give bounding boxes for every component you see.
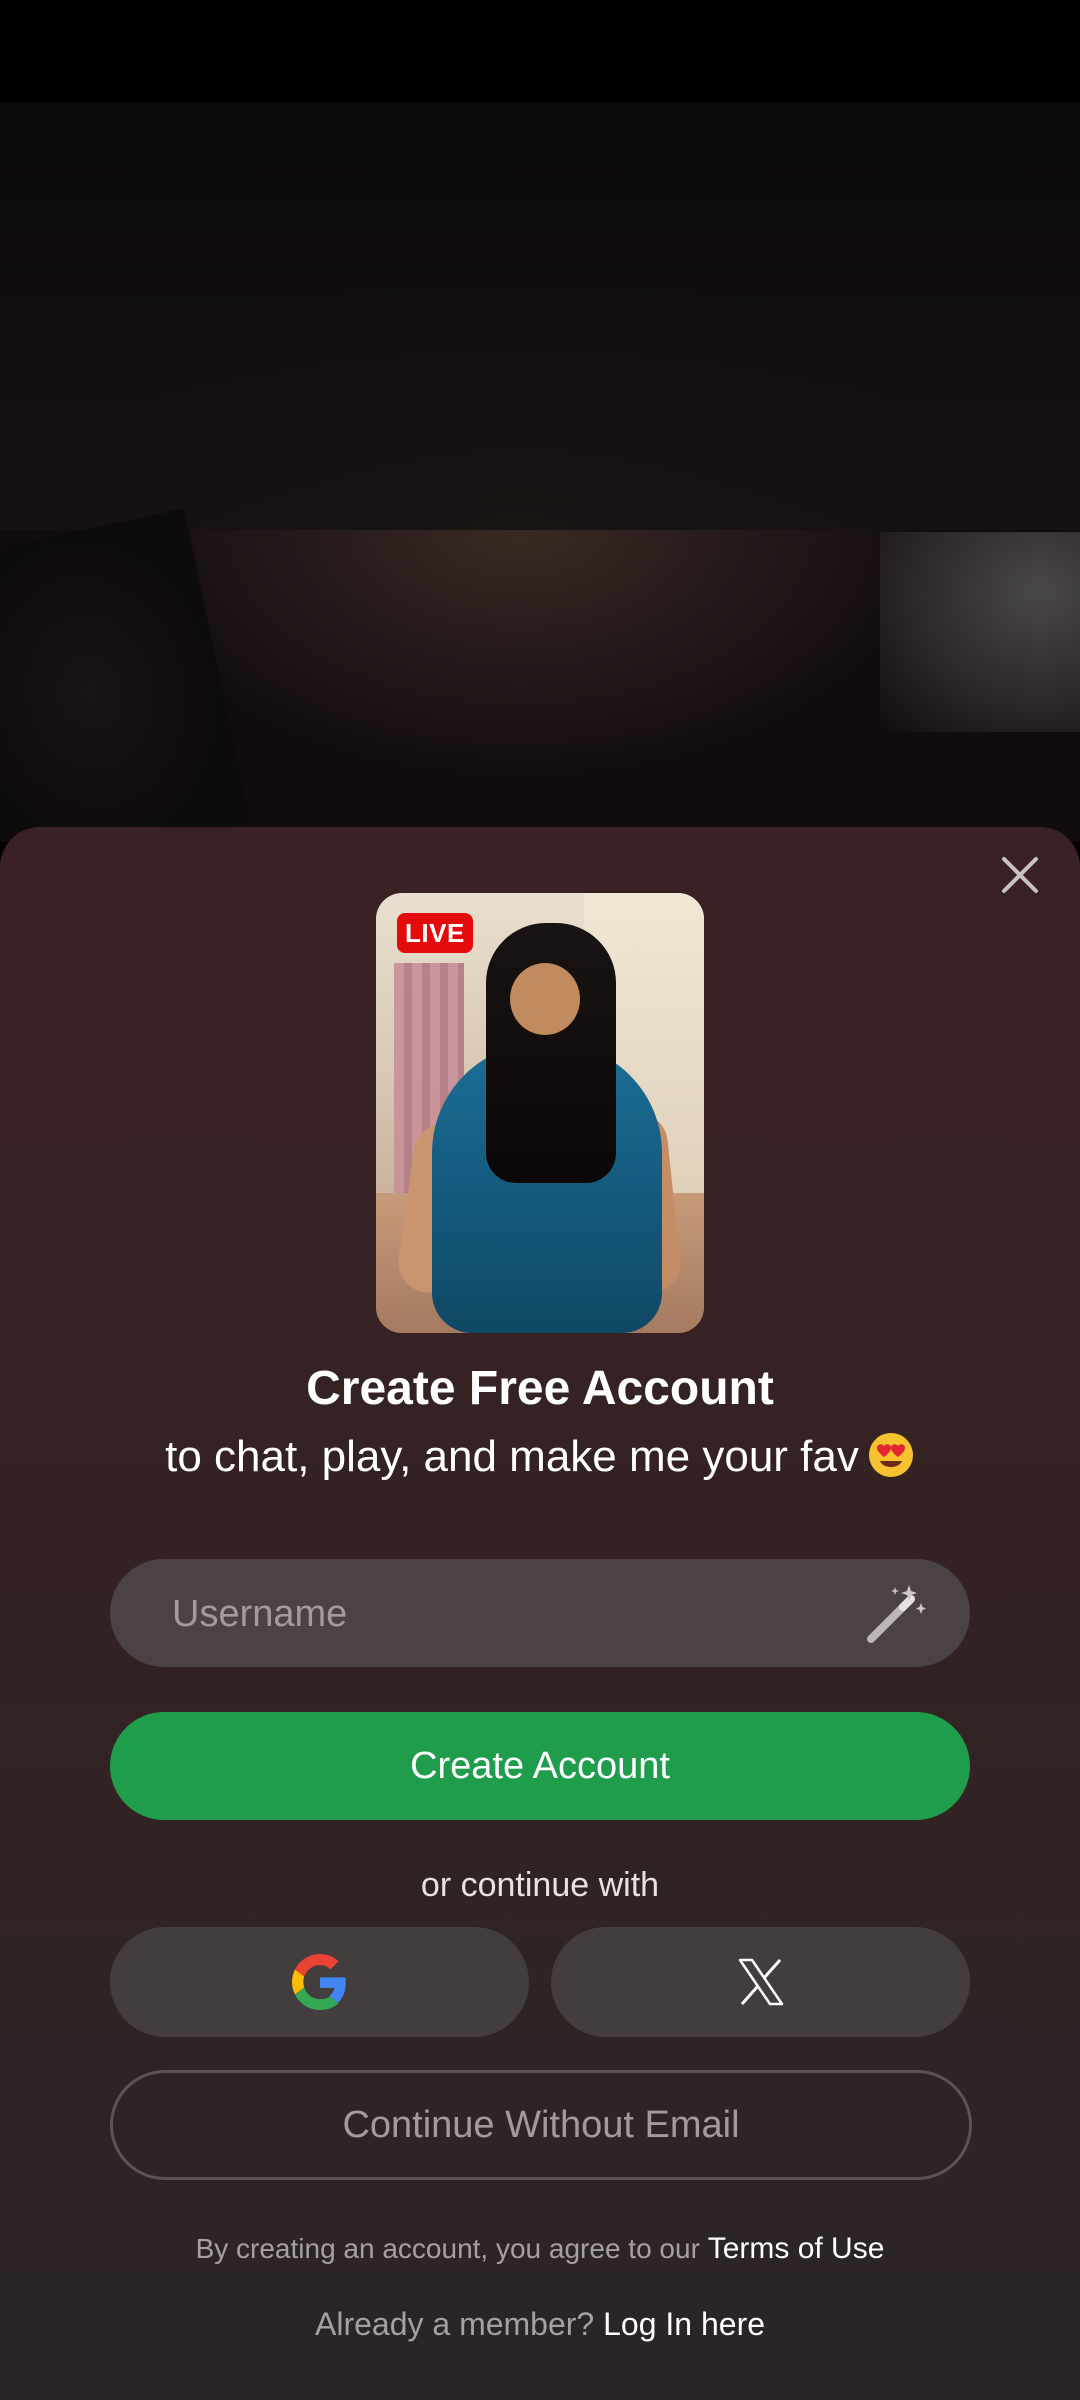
video-light <box>880 532 1080 732</box>
heart-eyes-emoji-icon <box>868 1433 913 1477</box>
google-icon <box>291 1954 346 2010</box>
login-prompt: Already a member? Log In here <box>0 2302 1080 2346</box>
live-badge: LIVE <box>397 913 473 953</box>
username-input[interactable] <box>170 1559 854 1669</box>
log-in-link[interactable]: Log In here <box>603 2306 765 2342</box>
video-top-band <box>0 102 1080 530</box>
login-prefix: Already a member? <box>314 2306 595 2342</box>
video-shadow <box>0 508 251 842</box>
create-account-button[interactable]: Create Account <box>110 1712 970 1820</box>
background-video <box>0 102 1080 842</box>
or-continue-text: or continue with <box>420 1866 660 1904</box>
terms-prefix: By creating an account, you agree to our <box>195 2233 700 2264</box>
modal-subtitle: to chat, play, and make me your fav <box>0 1425 1080 1489</box>
x-signin-button[interactable] <box>551 1927 970 2037</box>
close-icon <box>1002 857 1038 893</box>
terms-of-use-link[interactable]: Terms of Use <box>708 2232 885 2265</box>
modal-title: Create Free Account <box>306 1362 774 1415</box>
x-logo-icon <box>738 1958 783 2006</box>
model-preview-image <box>376 893 704 1333</box>
continue-without-email-button[interactable]: Continue Without Email <box>110 2070 972 2180</box>
google-signin-button[interactable] <box>110 1927 529 2037</box>
username-field-container <box>110 1559 970 1669</box>
close-button[interactable] <box>990 845 1050 905</box>
magic-wand-icon[interactable] <box>865 1581 929 1645</box>
subtitle-text: to chat, play, and make me your fav <box>165 1432 859 1481</box>
status-bar <box>0 0 1080 102</box>
terms-notice: By creating an account, you agree to our… <box>0 2229 1080 2269</box>
